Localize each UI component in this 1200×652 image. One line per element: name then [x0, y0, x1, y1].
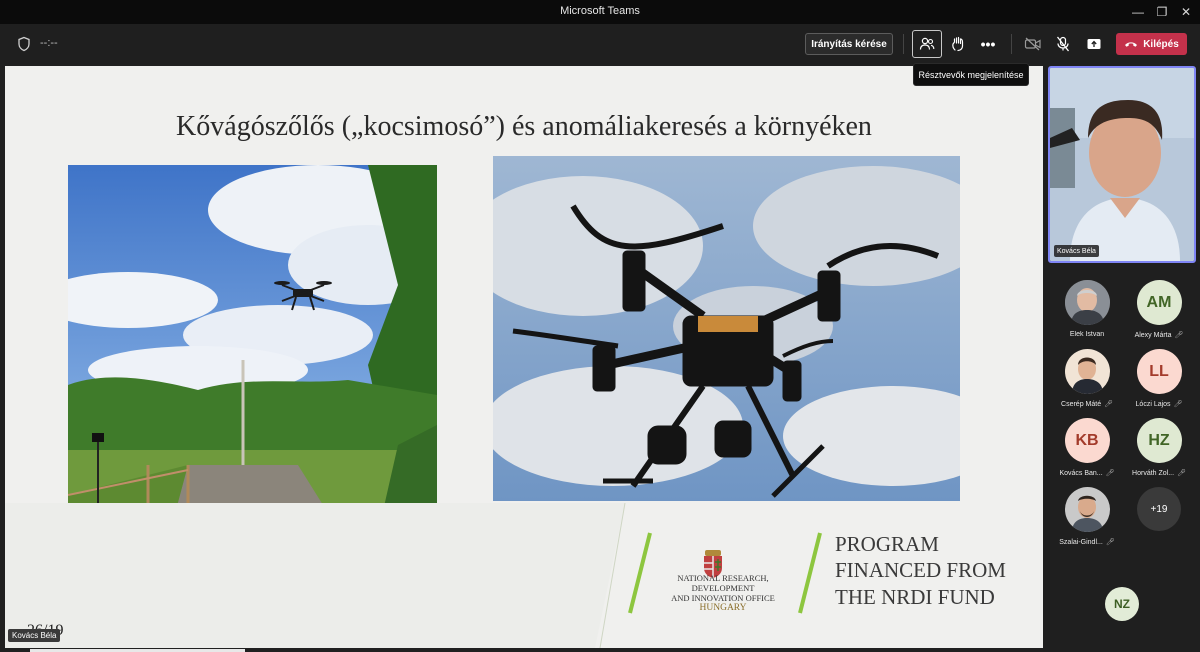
mic-off-icon: 🎤︎: [1104, 401, 1113, 408]
avatar: AM: [1136, 280, 1182, 325]
leave-button[interactable]: Kilépés: [1116, 33, 1187, 55]
mic-off-icon: 🎤︎: [1105, 539, 1115, 546]
program-line-3: THE NRDI FUND: [835, 584, 995, 609]
people-icon: [919, 37, 935, 50]
participant-name: Kovács Ban...: [1059, 469, 1103, 477]
participants-tooltip: Résztvevők megjelenítése: [913, 63, 1029, 86]
participant-tile[interactable]: AM Alexy Márta 🎤︎: [1123, 280, 1195, 339]
participant-tile[interactable]: Cserép Máté 🎤︎: [1051, 349, 1123, 408]
participant-tile[interactable]: LL Lóczi Lajos 🎤︎: [1123, 349, 1195, 408]
participant-name: Cserép Máté: [1061, 400, 1102, 408]
participant-photo: [1064, 349, 1110, 394]
mic-off-icon: [1056, 36, 1070, 52]
participants-panel: Kovács Béla Elek Istvan AM Alexy Márta 🎤︎: [1043, 64, 1200, 652]
shield-icon[interactable]: [16, 36, 32, 52]
meeting-timer: --:--: [40, 37, 58, 49]
hang-up-icon: [1125, 42, 1138, 47]
participant-name: Alexy Márta: [1134, 331, 1172, 339]
nrdi-line-3: HUNGARY: [699, 603, 747, 614]
mic-off-button[interactable]: [1048, 30, 1078, 58]
toolbar-divider: [1011, 34, 1012, 54]
avatar: LL: [1136, 349, 1182, 394]
nrdi-logo-text: NATIONAL RESEARCH, DEVELOPMENT AND INNOV…: [653, 573, 793, 614]
toolbar-divider: [903, 34, 904, 54]
participant-photo: [1064, 487, 1110, 532]
speaker-video-frame: [1050, 68, 1194, 261]
participant-tile[interactable]: HZ Horváth Zol... 🎤︎: [1123, 418, 1195, 477]
raise-hand-icon: [952, 36, 964, 52]
participant-tile[interactable]: KB Kovács Ban... 🎤︎: [1051, 418, 1123, 477]
avatar: [1064, 349, 1110, 394]
participant-name: Lóczi Lajos: [1135, 400, 1171, 408]
drone-photo: [493, 156, 960, 501]
participant-tile[interactable]: Szalai-Gindl... 🎤︎: [1051, 487, 1123, 546]
meeting-toolbar: --:-- Irányítás kérése ••• Kilépés: [0, 24, 1200, 64]
close-icon[interactable]: ✕: [1170, 0, 1200, 24]
mic-off-icon: 🎤︎: [1105, 470, 1115, 477]
avatar: [1064, 280, 1110, 325]
request-control-button[interactable]: Irányítás kérése: [805, 33, 893, 55]
active-speaker-video[interactable]: Kovács Béla: [1048, 66, 1196, 263]
mic-off-icon: 🎤︎: [1177, 470, 1186, 477]
more-options-icon[interactable]: •••: [973, 30, 1003, 58]
participant-name: Elek Istvan: [1069, 331, 1105, 338]
participant-name: Szalai-Gindl...: [1059, 538, 1103, 546]
share-screen-button[interactable]: [1079, 30, 1109, 58]
show-participants-button[interactable]: [912, 30, 942, 58]
program-line-2: FINANCED FROM: [835, 558, 1006, 583]
self-avatar[interactable]: NZ: [1105, 587, 1139, 621]
camera-off-icon: [1024, 37, 1041, 51]
leave-button-label: Kilépés: [1143, 38, 1179, 50]
participant-tile[interactable]: Elek Istvan: [1051, 280, 1123, 338]
shared-content-stage: Kővágószőlős („kocsimosó”) és anomáliake…: [0, 64, 1043, 652]
presentation-slide: Kővágószőlős („kocsimosó”) és anomáliake…: [5, 66, 1043, 648]
share-screen-icon: [1087, 39, 1101, 49]
camera-off-button[interactable]: [1018, 30, 1048, 58]
mic-off-icon: 🎤︎: [1173, 401, 1183, 408]
program-line-1: PROGRAM: [835, 532, 939, 556]
more-participants-count: +19: [1137, 487, 1181, 531]
more-participants-tile[interactable]: +19: [1123, 487, 1195, 531]
avatar: KB: [1064, 418, 1110, 463]
participant-photo: [1064, 280, 1110, 325]
window-titlebar: Microsoft Teams — ❐ ✕: [0, 0, 1200, 24]
nrdi-line-1: NATIONAL RESEARCH, DEVELOPMENT: [677, 573, 769, 593]
participant-name: Horváth Zol...: [1132, 469, 1175, 477]
slide-title: Kővágószőlős („kocsimosó”) és anomáliake…: [176, 111, 872, 142]
presenter-name-tag: Kovács Béla: [8, 629, 61, 642]
nrdi-line-2: AND INNOVATION OFFICE: [671, 592, 775, 603]
mic-off-icon: 🎤︎: [1174, 332, 1184, 339]
program-text: PROGRAM FINANCED FROM THE NRDI FUND: [835, 531, 1006, 610]
avatar: [1064, 487, 1110, 532]
window-title: Microsoft Teams: [560, 5, 640, 17]
avatar: HZ: [1136, 418, 1182, 463]
speaker-name-tag: Kovács Béla: [1054, 245, 1099, 257]
reactions-button[interactable]: [943, 30, 973, 58]
